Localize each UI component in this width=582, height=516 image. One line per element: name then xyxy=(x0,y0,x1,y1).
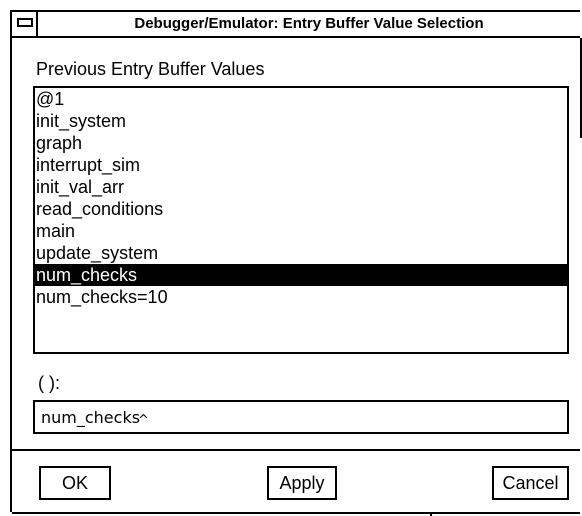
window-menu-icon xyxy=(17,18,33,27)
entry-label: ( ): xyxy=(38,373,60,393)
entry-buffer-input[interactable]: num_checks ^ xyxy=(33,400,569,434)
list-item[interactable]: graph xyxy=(35,132,567,154)
list-item[interactable]: interrupt_sim xyxy=(35,154,567,176)
list-item[interactable]: num_checks=10 xyxy=(35,286,567,308)
list-item[interactable]: init_system xyxy=(35,110,567,132)
window-menu-button[interactable] xyxy=(12,12,38,36)
list-item[interactable]: main xyxy=(35,220,567,242)
ok-button[interactable]: OK xyxy=(39,466,111,500)
window-bottom-edge xyxy=(12,512,580,514)
list-item[interactable]: read_conditions xyxy=(35,198,567,220)
window-bottom-tick xyxy=(430,512,432,516)
list-item[interactable]: update_system xyxy=(35,242,567,264)
title-bar[interactable]: Debugger/Emulator: Entry Buffer Value Se… xyxy=(12,12,580,38)
text-cursor: ^ xyxy=(138,413,149,428)
entry-buffer-value: num_checks xyxy=(41,408,141,427)
list-item[interactable]: init_val_arr xyxy=(35,176,567,198)
button-separator xyxy=(12,449,580,451)
history-label: Previous Entry Buffer Values xyxy=(36,59,265,79)
dialog-window: Debugger/Emulator: Entry Buffer Value Se… xyxy=(10,10,582,516)
list-item[interactable]: num_checks xyxy=(35,264,567,286)
list-item[interactable]: @1 xyxy=(35,88,567,110)
window-title: Debugger/Emulator: Entry Buffer Value Se… xyxy=(134,15,484,32)
cancel-button[interactable]: Cancel xyxy=(492,466,569,500)
history-listbox[interactable]: @1 init_system graph interrupt_sim init_val_… xyxy=(33,86,569,354)
apply-button[interactable]: Apply xyxy=(267,466,337,500)
